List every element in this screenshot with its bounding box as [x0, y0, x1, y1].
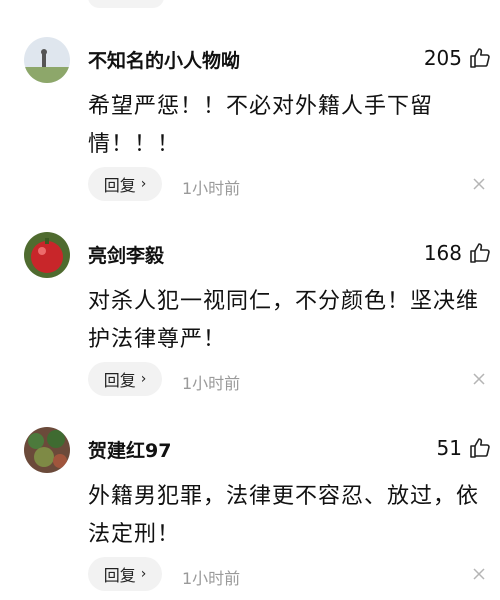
comment-text: 希望严惩！！不必对外籍人手下留 情！！！: [88, 88, 490, 164]
comment-text-line: 希望严惩！！不必对外籍人手下留: [88, 94, 434, 119]
avatar[interactable]: [24, 232, 70, 278]
reply-label: 回复: [103, 566, 136, 585]
username[interactable]: 不知名的小人物呦: [88, 46, 240, 73]
timestamp: 1小时前: [182, 569, 241, 588]
thumbs-up-icon[interactable]: [468, 436, 492, 460]
comment-text-line: 法定刑！: [88, 522, 181, 547]
reply-label: 回复: [103, 176, 136, 195]
comment-text-line: 情！！！: [88, 132, 181, 157]
like-count: 205: [423, 46, 462, 70]
reply-button[interactable]: 回复 ›: [88, 557, 162, 591]
previous-reply-button[interactable]: [88, 0, 164, 8]
avatar[interactable]: [24, 37, 70, 83]
username[interactable]: 贺建红97: [88, 436, 171, 463]
like-button[interactable]: 205: [424, 43, 492, 73]
comment-text-line: 外籍男犯罪，法律更不容忍、放过，依: [88, 484, 480, 509]
chevron-right-icon: ›: [140, 176, 147, 192]
close-icon[interactable]: [472, 372, 486, 386]
chevron-right-icon: ›: [140, 371, 147, 387]
like-button[interactable]: 168: [424, 238, 492, 268]
chevron-right-icon: ›: [140, 566, 147, 582]
like-count: 51: [436, 436, 462, 460]
reply-label: 回复: [103, 371, 136, 390]
username[interactable]: 亮剑李毅: [88, 241, 164, 268]
reply-button[interactable]: 回复 ›: [88, 167, 162, 201]
like-count: 168: [423, 241, 462, 265]
comment-text-line: 护法律尊严！: [88, 327, 227, 352]
close-icon[interactable]: [472, 567, 486, 581]
like-button[interactable]: 51: [437, 433, 492, 463]
thumbs-up-icon[interactable]: [468, 241, 492, 265]
comment-text: 外籍男犯罪，法律更不容忍、放过，依 法定刑！: [88, 478, 490, 554]
avatar[interactable]: [24, 427, 70, 473]
thumbs-up-icon[interactable]: [468, 46, 492, 70]
timestamp: 1小时前: [182, 179, 241, 198]
comment-text: 对杀人犯一视同仁，不分颜色！坚决维 护法律尊严！: [88, 283, 490, 359]
close-icon[interactable]: [472, 177, 486, 191]
timestamp: 1小时前: [182, 374, 241, 393]
reply-button[interactable]: 回复 ›: [88, 362, 162, 396]
comment-text-line: 对杀人犯一视同仁，不分颜色！坚决维: [88, 289, 480, 314]
